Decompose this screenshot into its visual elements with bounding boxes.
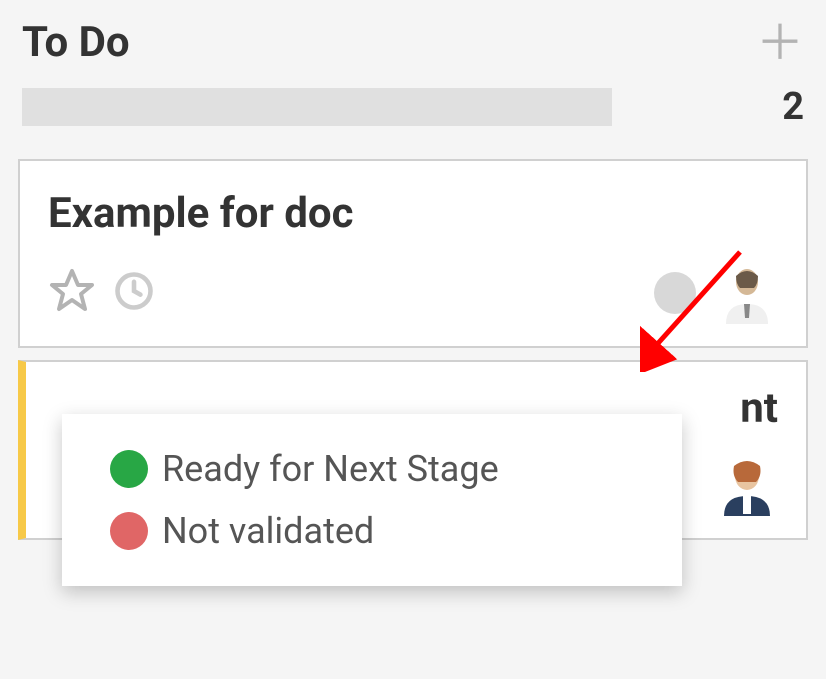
card-title-fragment: nt (740, 384, 778, 433)
dropdown-option-label: Ready for Next Stage (162, 448, 499, 490)
column-title: To Do (22, 18, 130, 67)
dropdown-option-ready[interactable]: Ready for Next Stage (62, 438, 682, 500)
dropdown-option-not-validated[interactable]: Not validated (62, 500, 682, 562)
column-header: To Do ＋ (0, 0, 826, 75)
status-dot-red-icon (110, 512, 148, 550)
card-count: 2 (782, 85, 804, 129)
add-icon[interactable]: ＋ (756, 19, 804, 67)
star-icon[interactable] (48, 267, 96, 319)
status-indicator[interactable] (654, 272, 696, 314)
progress-bar (22, 88, 612, 126)
card-title: Example for doc (48, 189, 778, 238)
avatar[interactable] (716, 262, 778, 324)
card-footer-right (654, 262, 778, 324)
avatar[interactable] (716, 454, 778, 516)
card-footer (48, 262, 778, 324)
dropdown-option-label: Not validated (162, 510, 374, 552)
status-dropdown: Ready for Next Stage Not validated (62, 414, 682, 586)
kanban-card[interactable]: Example for doc (18, 159, 808, 348)
clock-icon[interactable] (112, 269, 156, 317)
progress-row: 2 (0, 75, 826, 159)
status-dot-green-icon (110, 450, 148, 488)
card-footer-left (48, 267, 156, 319)
